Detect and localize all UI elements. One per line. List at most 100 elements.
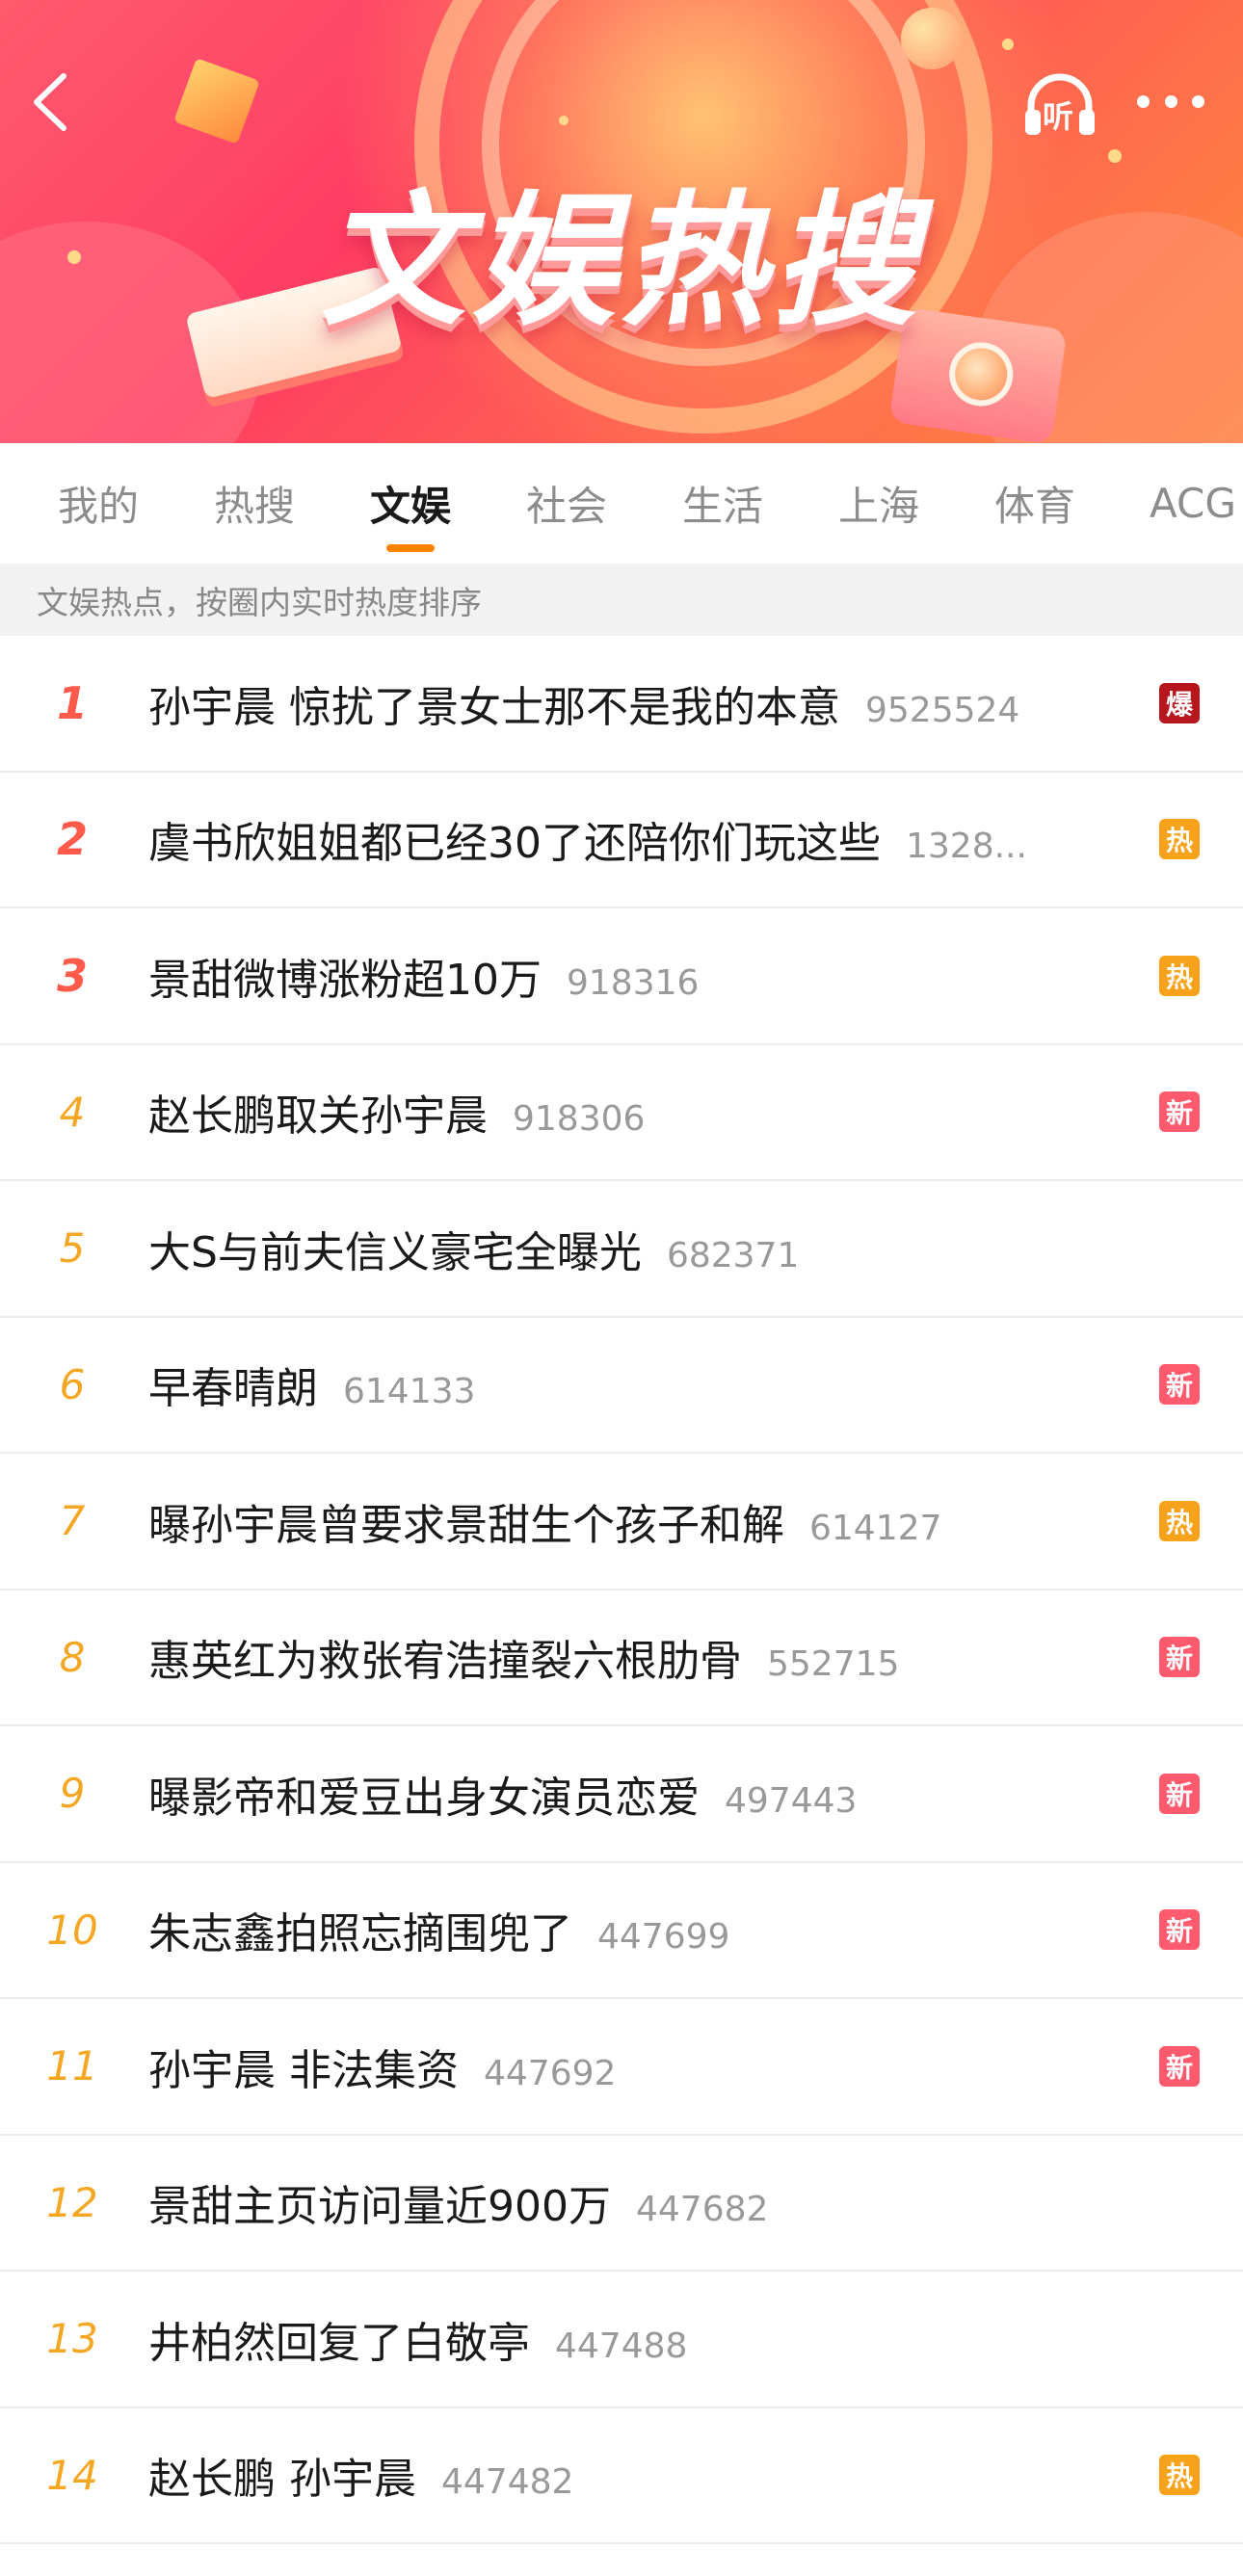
status-badge: 新 — [1159, 1091, 1200, 1133]
list-item[interactable]: 8 惠英红为救张宥浩撞裂六根肋骨 552715 新 — [0, 1590, 1243, 1726]
category-tabs: 我的 热搜 文娱 社会 生活 上海 体育 ACG — [0, 443, 1243, 564]
topic-title: 景甜主页访问量近900万 — [148, 2182, 611, 2232]
list-item[interactable]: 6 早春晴朗 614133 新 — [0, 1318, 1243, 1454]
listen-label: 听 — [1043, 98, 1074, 135]
topic: 景甜微博涨粉超10万 918316 — [148, 945, 1127, 1007]
planet-icon — [901, 8, 963, 69]
heat-count: 447699 — [597, 1917, 730, 1958]
topic-title: 惠英红为救张宥浩撞裂六根肋骨 — [148, 1637, 742, 1687]
status-badge: 新 — [1159, 1773, 1200, 1814]
heat-count: 447692 — [484, 2053, 617, 2093]
rank-number: 12 — [46, 2178, 98, 2226]
list-item[interactable]: 3 景甜微博涨粉超10万 918316 热 — [0, 908, 1243, 1045]
list-subtitle: 文娱热点，按圈内实时热度排序 — [0, 564, 1243, 636]
topic-title: 曝孙宇晨曾要求景甜生个孩子和解 — [148, 1500, 784, 1550]
heat-count: 614127 — [809, 1508, 942, 1548]
topic: 孙宇晨 惊扰了景女士那不是我的本意 9525524 — [148, 672, 1127, 734]
topic-title: 景甜微博涨粉超10万 — [148, 955, 542, 1005]
list-item[interactable]: 5 大S与前夫信义豪宅全曝光 682371 — [0, 1181, 1243, 1318]
status-badge: 热 — [1159, 819, 1200, 860]
listen-button[interactable]: 听 — [1021, 67, 1098, 145]
more-dot — [1164, 94, 1177, 108]
heat-count: 614133 — [343, 1372, 476, 1412]
topic: 井柏然回复了白敬亭 447488 — [148, 2308, 1127, 2370]
status-badge: 新 — [1159, 1909, 1200, 1951]
tab-life[interactable]: 生活 — [682, 443, 763, 564]
rank-number: 4 — [59, 1088, 86, 1136]
tab-acg[interactable]: ACG — [1150, 443, 1236, 564]
chevron-left-icon — [34, 73, 66, 131]
heat-count: 918316 — [567, 962, 700, 1003]
tab-entertainment[interactable]: 文娱 — [370, 443, 451, 564]
list-item[interactable]: 7 曝孙宇晨曾要求景甜生个孩子和解 614127 热 — [0, 1454, 1243, 1590]
topic-title: 大S与前夫信义豪宅全曝光 — [148, 1227, 642, 1277]
heat-count: 9525524 — [865, 690, 1020, 730]
tab-society[interactable]: 社会 — [526, 443, 607, 564]
topic-title: 朱志鑫拍照忘摘围兜了 — [148, 1909, 572, 1959]
rank-number: 1 — [56, 676, 88, 729]
status-badge: 热 — [1159, 955, 1200, 996]
list-item[interactable]: 10 朱志鑫拍照忘摘围兜了 447699 新 — [0, 1863, 1243, 1999]
list-item[interactable]: 4 赵长鹏取关孙宇晨 918306 新 — [0, 1045, 1243, 1181]
more-button[interactable] — [1137, 82, 1204, 120]
topic: 赵长鹏 孙宇晨 447482 — [148, 2444, 1127, 2506]
topic-title: 井柏然回复了白敬亭 — [148, 2318, 530, 2368]
rank-number: 10 — [46, 1906, 98, 1954]
rank-number: 14 — [46, 2451, 98, 2499]
topic: 曝孙宇晨曾要求景甜生个孩子和解 614127 — [148, 1490, 1127, 1552]
heat-count: 447682 — [635, 2190, 769, 2230]
sparkle-dot — [559, 116, 569, 125]
topic-title: 赵长鹏取关孙宇晨 — [148, 1091, 488, 1142]
list-item[interactable]: 2 虞书欣姐姐都已经30了还陪你们玩这些 1328... 热 — [0, 773, 1243, 908]
rank-number: 5 — [59, 1224, 86, 1273]
topic: 孙宇晨 非法集资 447692 — [148, 2036, 1127, 2097]
topic: 景甜主页访问量近900万 447682 — [148, 2171, 1127, 2233]
rank-number: 13 — [46, 2315, 98, 2363]
sparkle-dot — [1002, 39, 1014, 50]
hot-search-list: 1 孙宇晨 惊扰了景女士那不是我的本意 9525524 爆 2 虞书欣姐姐都已经30了还陪… — [0, 636, 1243, 2544]
status-badge: 热 — [1159, 1500, 1200, 1541]
rank-number: 11 — [46, 2042, 98, 2090]
topic-title: 孙宇晨 非法集资 — [148, 2045, 459, 2095]
header-banner: 文娱热搜 听 — [0, 0, 1243, 443]
heat-count: 447482 — [441, 2462, 574, 2503]
rank-number: 8 — [59, 1633, 86, 1681]
topic-title: 赵长鹏 孙宇晨 — [148, 2455, 416, 2505]
heat-count: 918306 — [513, 1099, 646, 1140]
heat-count: 552715 — [767, 1644, 900, 1685]
back-button[interactable] — [21, 64, 79, 141]
status-badge: 热 — [1159, 2455, 1200, 2496]
heat-count: 447488 — [555, 2326, 688, 2366]
rank-number: 3 — [56, 949, 88, 1002]
topic: 惠英红为救张宥浩撞裂六根肋骨 552715 — [148, 1626, 1127, 1688]
list-item[interactable]: 14 赵长鹏 孙宇晨 447482 热 — [0, 2408, 1243, 2544]
status-badge: 爆 — [1159, 682, 1200, 723]
topic: 朱志鑫拍照忘摘围兜了 447699 — [148, 1899, 1127, 1960]
list-item[interactable]: 12 景甜主页访问量近900万 447682 — [0, 2136, 1243, 2272]
status-badge: 新 — [1159, 2045, 1200, 2087]
list-item[interactable]: 11 孙宇晨 非法集资 447692 新 — [0, 1999, 1243, 2136]
topic-title: 早春晴朗 — [148, 1364, 318, 1414]
tab-mine[interactable]: 我的 — [58, 443, 139, 564]
list-item[interactable]: 9 曝影帝和爱豆出身女演员恋爱 497443 新 — [0, 1726, 1243, 1863]
tab-sports[interactable]: 体育 — [994, 443, 1075, 564]
heat-count: 682371 — [666, 1235, 800, 1275]
topic-title: 虞书欣姐姐都已经30了还陪你们玩这些 — [148, 819, 881, 869]
more-dot — [1137, 94, 1150, 108]
rank-number: 6 — [59, 1360, 86, 1408]
tab-shanghai[interactable]: 上海 — [838, 443, 919, 564]
tab-hot[interactable]: 热搜 — [214, 443, 295, 564]
cube-decoration — [173, 58, 260, 145]
status-badge: 新 — [1159, 1364, 1200, 1406]
rank-number: 9 — [59, 1770, 86, 1818]
topic-title: 孙宇晨 惊扰了景女士那不是我的本意 — [148, 682, 840, 732]
heat-count: 497443 — [725, 1780, 858, 1821]
list-item[interactable]: 1 孙宇晨 惊扰了景女士那不是我的本意 9525524 爆 — [0, 636, 1243, 773]
rank-number: 2 — [56, 813, 88, 866]
topic: 赵长鹏取关孙宇晨 918306 — [148, 1081, 1127, 1143]
topic: 虞书欣姐姐都已经30了还陪你们玩这些 1328... — [148, 808, 1127, 870]
list-item[interactable]: 13 井柏然回复了白敬亭 447488 — [0, 2272, 1243, 2408]
page-title: 文娱热搜 — [320, 178, 922, 346]
status-badge: 新 — [1159, 1637, 1200, 1678]
topic: 早春晴朗 614133 — [148, 1354, 1127, 1415]
